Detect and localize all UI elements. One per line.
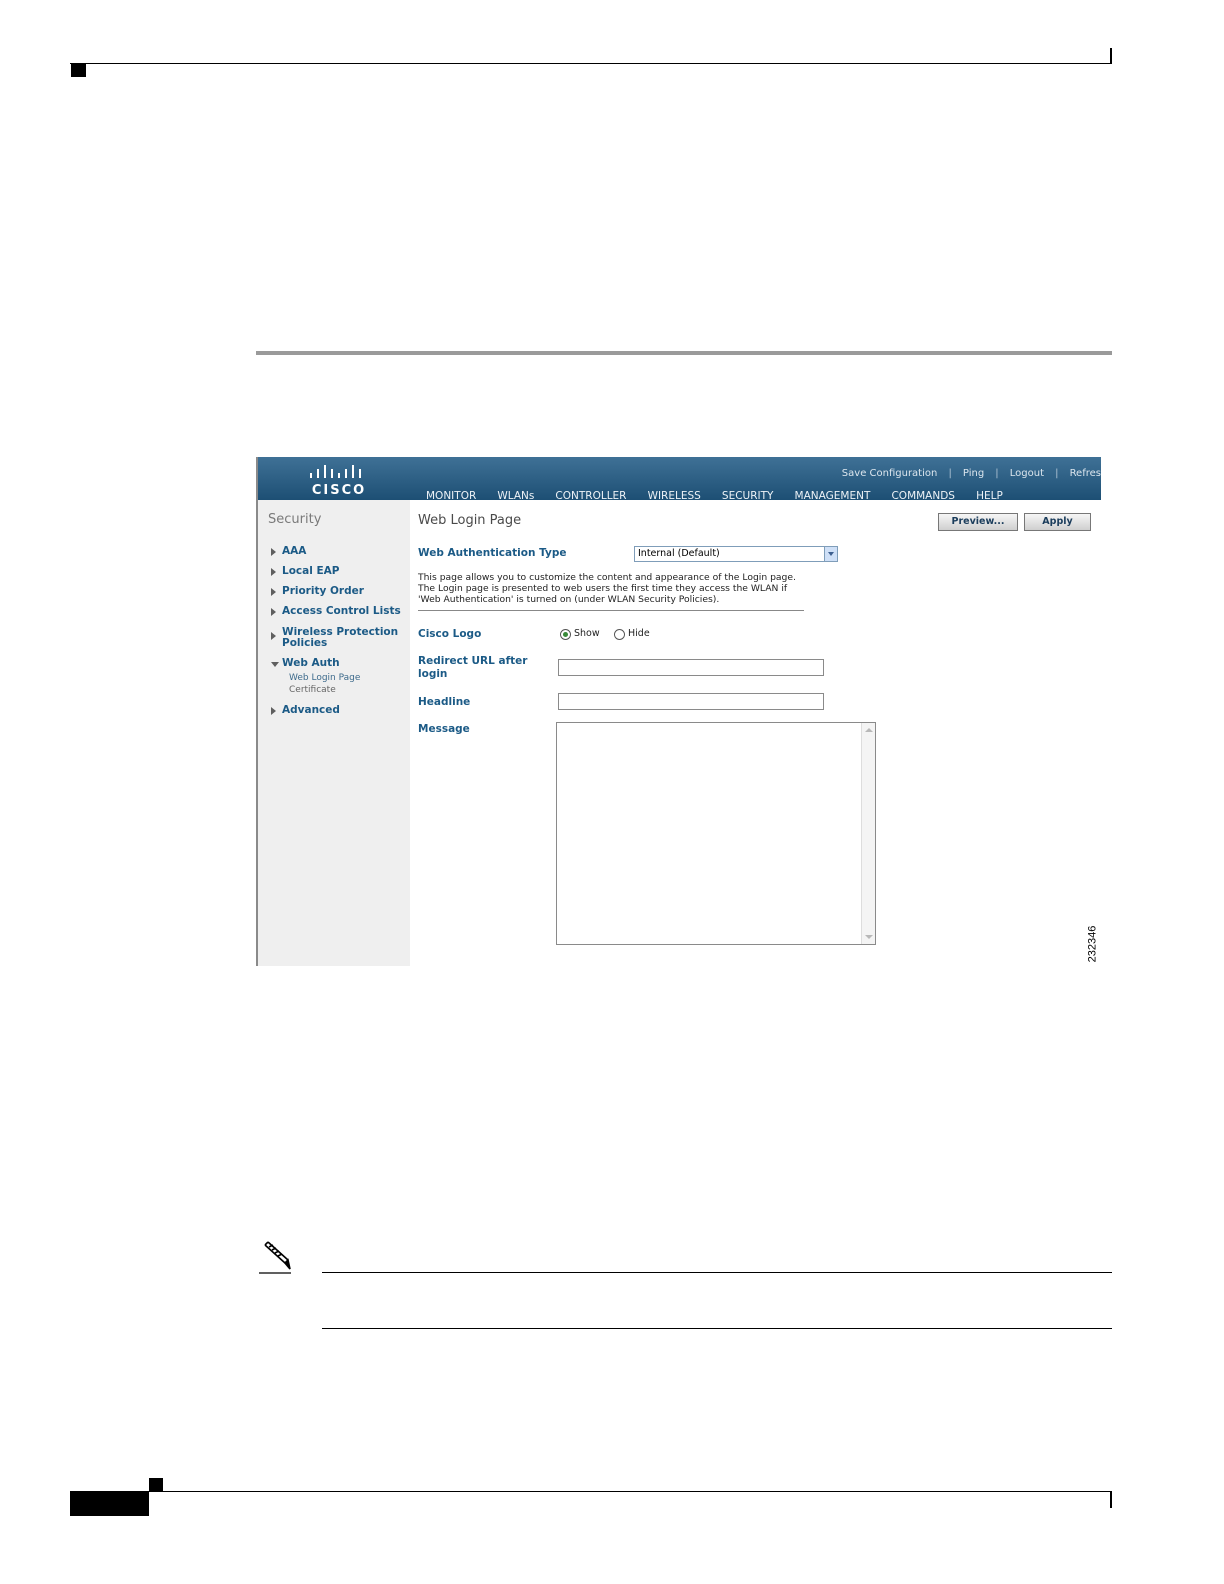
page-description: This page allows you to customize the co… [418, 572, 796, 605]
headline-input[interactable] [558, 693, 824, 710]
page-title: Web Login Page [418, 513, 522, 528]
auth-type-select[interactable]: Internal (Default) [634, 546, 838, 562]
chevron-right-icon [271, 548, 276, 556]
note-pencil-icon [259, 1241, 291, 1274]
chevron-right-icon [271, 632, 276, 640]
header-marker [71, 64, 86, 77]
sidebar-item-label: Local EAP [282, 565, 340, 577]
web-login-page-screenshot: CISCO Save Configuration | Ping | Logout… [256, 457, 1101, 966]
preview-button[interactable]: Preview... [938, 513, 1018, 531]
sidebar: Security AAA Local EAP Priority Order Ac… [258, 500, 410, 966]
sidebar-item-label: Priority Order [282, 585, 364, 597]
sidebar-item-label: Web Auth [282, 657, 340, 669]
link-separator: | [1055, 468, 1059, 479]
save-configuration-link[interactable]: Save Configuration [836, 468, 938, 479]
sidebar-item-label: AAA [282, 545, 307, 557]
sidebar-item-priority-order[interactable]: Priority Order [271, 586, 407, 598]
auth-type-value: Internal (Default) [638, 548, 720, 559]
utility-links: Save Configuration | Ping | Logout | Ref… [836, 461, 1101, 479]
figure-number-text: 232346 [1086, 925, 1099, 963]
note-bottom-rule [322, 1328, 1112, 1329]
figure-number: 232346 [1082, 925, 1106, 963]
redirect-url-label: Redirect URL after login [418, 655, 528, 680]
sidebar-item-advanced[interactable]: Advanced [271, 705, 407, 717]
footer-tick-mark [1110, 1492, 1112, 1508]
chevron-right-icon [271, 608, 276, 616]
link-separator: | [948, 468, 952, 479]
sidebar-item-web-auth[interactable]: Web Auth [271, 658, 407, 670]
apply-button[interactable]: Apply [1024, 513, 1091, 531]
sidebar-item-label: Access Control Lists [282, 605, 401, 617]
footer-page-block [70, 1492, 149, 1516]
cisco-wordmark: CISCO [311, 483, 367, 498]
redirect-url-input[interactable] [558, 659, 824, 676]
section-divider [256, 351, 1112, 355]
ping-link[interactable]: Ping [957, 468, 984, 479]
headline-label: Headline [418, 696, 471, 708]
sidebar-subitem-web-login-page[interactable]: Web Login Page [289, 673, 360, 683]
sidebar-item-wireless-protection-policies[interactable]: Wireless Protection Policies [271, 627, 407, 651]
app-header: CISCO Save Configuration | Ping | Logout… [258, 457, 1101, 505]
hide-logo-label: Hide [628, 628, 650, 639]
cisco-logo-label: Cisco Logo [418, 628, 482, 640]
scroll-up-icon[interactable] [865, 728, 873, 732]
show-logo-radio[interactable] [560, 629, 571, 640]
sidebar-item-access-control-lists[interactable]: Access Control Lists [271, 606, 407, 618]
main-content: Web Login Page Preview... Apply Web Auth… [410, 500, 1101, 966]
cisco-logo: CISCO [306, 463, 368, 498]
message-scrollbar[interactable] [861, 723, 875, 944]
footer-rule [70, 1491, 1112, 1492]
message-textarea[interactable] [556, 722, 876, 945]
description-divider [418, 610, 804, 611]
sidebar-subitem-certificate[interactable]: Certificate [289, 685, 336, 695]
chevron-right-icon [271, 588, 276, 596]
footer-marker [149, 1478, 163, 1492]
header-tick-mark [1110, 48, 1112, 64]
chevron-right-icon [271, 568, 276, 576]
sidebar-item-aaa[interactable]: AAA [271, 546, 407, 558]
chevron-down-icon[interactable] [824, 547, 837, 561]
chevron-right-icon [271, 707, 276, 715]
refresh-link[interactable]: Refres [1064, 468, 1101, 479]
sidebar-title: Security [268, 512, 322, 527]
auth-type-label: Web Authentication Type [418, 547, 567, 559]
cisco-bars-icon [310, 465, 361, 478]
sidebar-item-local-eap[interactable]: Local EAP [271, 566, 407, 578]
link-separator: | [995, 468, 999, 479]
scroll-down-icon[interactable] [865, 935, 873, 939]
logout-link[interactable]: Logout [1004, 468, 1044, 479]
message-label: Message [418, 723, 470, 735]
header-rule [70, 63, 1112, 64]
note-top-rule [322, 1272, 1112, 1273]
main-nav: MONITOR WLANs CONTROLLER WIRELESS SECURI… [418, 484, 1011, 505]
sidebar-item-label: Wireless Protection Policies [282, 626, 399, 649]
hide-logo-radio[interactable] [614, 629, 625, 640]
chevron-down-icon [271, 662, 279, 667]
show-logo-label: Show [574, 628, 600, 639]
sidebar-item-label: Advanced [282, 704, 340, 716]
